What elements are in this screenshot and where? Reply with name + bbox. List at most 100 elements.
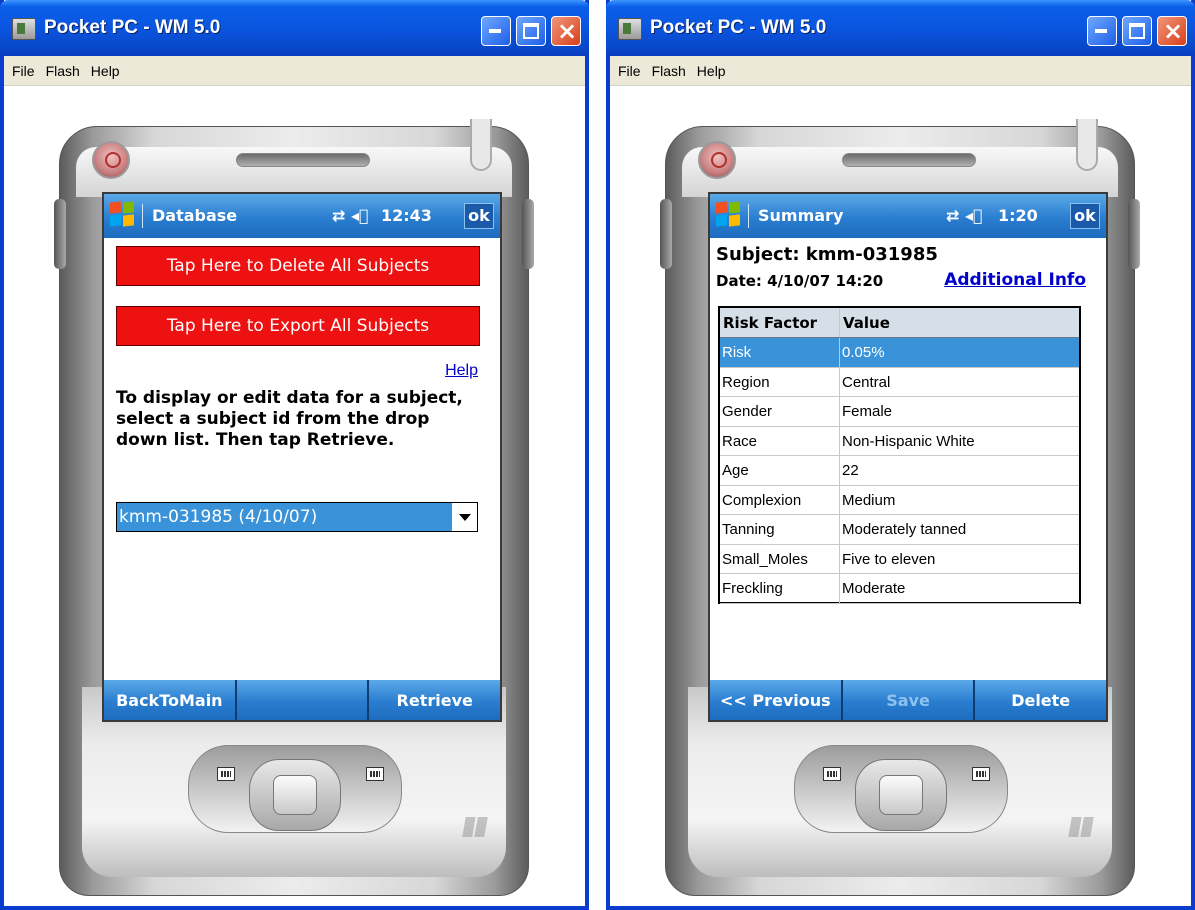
minimize-button[interactable] bbox=[481, 16, 511, 46]
menu-file[interactable]: File bbox=[618, 63, 641, 79]
app-icon bbox=[618, 18, 642, 40]
menu-help[interactable]: Help bbox=[697, 63, 726, 79]
row-label: Small_Moles bbox=[720, 544, 840, 573]
side-button-left[interactable] bbox=[660, 199, 672, 269]
close-icon: × bbox=[557, 17, 578, 45]
column-header-risk-factor[interactable]: Risk Factor bbox=[720, 308, 840, 337]
row-label: Freckling bbox=[720, 574, 840, 603]
maximize-button[interactable] bbox=[516, 16, 546, 46]
start-menu-icon[interactable] bbox=[716, 201, 742, 228]
table-row[interactable]: Freckling Moderate bbox=[720, 574, 1079, 604]
row-label: Risk bbox=[720, 338, 840, 367]
row-label: Tanning bbox=[720, 515, 840, 544]
clock[interactable]: 1:20 bbox=[998, 206, 1038, 225]
menu-flash[interactable]: Flash bbox=[652, 63, 686, 79]
title-bar[interactable]: Pocket PC - WM 5.0 × bbox=[606, 0, 1195, 56]
connectivity-volume-icons[interactable]: ⇄ ◂ﾞ bbox=[946, 206, 983, 225]
table-row[interactable]: Tanning Moderately tanned bbox=[720, 515, 1079, 545]
close-icon: × bbox=[1163, 17, 1184, 45]
side-button-right[interactable] bbox=[522, 199, 534, 269]
empty-softkey[interactable] bbox=[237, 680, 370, 720]
dpad-center-button[interactable] bbox=[273, 775, 317, 815]
delete-button[interactable]: Delete bbox=[975, 680, 1106, 720]
column-header-value[interactable]: Value bbox=[840, 308, 1079, 337]
row-value: Moderately tanned bbox=[842, 521, 967, 538]
back-to-main-button[interactable]: BackToMain bbox=[104, 680, 237, 720]
help-link[interactable]: Help bbox=[445, 362, 478, 380]
table-row[interactable]: Race Non-Hispanic White bbox=[720, 426, 1079, 456]
power-button[interactable] bbox=[698, 141, 736, 179]
dpad-center-button[interactable] bbox=[879, 775, 923, 815]
soft-key-bar: BackToMain Retrieve bbox=[104, 680, 500, 720]
risk-factor-table[interactable]: Risk Factor Value Risk 0.05% Region Centra… bbox=[718, 306, 1081, 604]
calendar-key-icon[interactable] bbox=[217, 767, 235, 781]
menu-file[interactable]: File bbox=[12, 63, 35, 79]
nav-bar: Database ⇄ ◂ﾞ 12:43 ok bbox=[104, 194, 500, 238]
row-value: 22 bbox=[842, 462, 859, 479]
minimize-icon bbox=[489, 29, 501, 33]
window-title: Pocket PC - WM 5.0 bbox=[650, 17, 827, 38]
start-menu-icon[interactable] bbox=[110, 201, 136, 228]
row-value: Medium bbox=[842, 491, 896, 509]
ok-button[interactable]: ok bbox=[464, 203, 494, 229]
power-button[interactable] bbox=[92, 141, 130, 179]
speaker-grille bbox=[236, 153, 370, 167]
table-header: Risk Factor Value bbox=[720, 308, 1079, 338]
row-label: Race bbox=[720, 426, 840, 455]
delete-all-subjects-button[interactable]: Tap Here to Delete All Subjects bbox=[116, 246, 480, 286]
contacts-key-icon[interactable] bbox=[366, 767, 384, 781]
row-value: 0.05% bbox=[842, 344, 885, 361]
clock[interactable]: 12:43 bbox=[381, 206, 432, 225]
additional-info-link[interactable]: Additional Info bbox=[944, 270, 1086, 290]
subject-dropdown-value: kmm-031985 (4/10/07) bbox=[117, 503, 452, 531]
menu-flash[interactable]: Flash bbox=[46, 63, 80, 79]
maximize-button[interactable] bbox=[1122, 16, 1152, 46]
subject-dropdown[interactable]: kmm-031985 (4/10/07) bbox=[116, 502, 478, 532]
emulator-window-left: Pocket PC - WM 5.0 × File Flash Help Dat… bbox=[0, 0, 589, 910]
windows-logo-icon bbox=[462, 817, 488, 837]
menu-help[interactable]: Help bbox=[91, 63, 120, 79]
ok-button[interactable]: ok bbox=[1070, 203, 1100, 229]
connectivity-volume-icons[interactable]: ⇄ ◂ﾞ bbox=[332, 206, 369, 225]
row-label: Gender bbox=[720, 397, 840, 426]
table-row[interactable]: Risk 0.05% bbox=[720, 338, 1079, 368]
emulator-window-right: Pocket PC - WM 5.0 × File Flash Help Sum… bbox=[606, 0, 1195, 910]
table-row[interactable]: Small_Moles Five to eleven bbox=[720, 544, 1079, 574]
menu-bar: File Flash Help bbox=[610, 56, 1191, 86]
soft-key-bar: << Previous Save Delete bbox=[710, 680, 1106, 720]
row-value: Five to eleven bbox=[842, 550, 936, 568]
row-label: Complexion bbox=[720, 485, 840, 514]
window-title: Pocket PC - WM 5.0 bbox=[44, 17, 221, 38]
title-bar[interactable]: Pocket PC - WM 5.0 × bbox=[0, 0, 589, 56]
table-row[interactable]: Age 22 bbox=[720, 456, 1079, 486]
close-button[interactable]: × bbox=[1157, 16, 1187, 46]
side-button-right[interactable] bbox=[1128, 199, 1140, 269]
device-screen: Database ⇄ ◂ﾞ 12:43 ok Tap Here to Delet… bbox=[102, 192, 502, 722]
chevron-down-icon[interactable] bbox=[452, 503, 477, 531]
maximize-icon bbox=[523, 23, 539, 39]
previous-button[interactable]: << Previous bbox=[710, 680, 843, 720]
table-row[interactable]: Gender Female bbox=[720, 397, 1079, 427]
export-all-subjects-button[interactable]: Tap Here to Export All Subjects bbox=[116, 306, 480, 346]
device-screen: Summary ⇄ ◂ﾞ 1:20 ok Subject: kmm-031985… bbox=[708, 192, 1108, 722]
table-row[interactable]: Complexion Medium bbox=[720, 485, 1079, 515]
nav-bar: Summary ⇄ ◂ﾞ 1:20 ok bbox=[710, 194, 1106, 238]
side-button-left[interactable] bbox=[54, 199, 66, 269]
table-row[interactable]: Region Central bbox=[720, 367, 1079, 397]
menu-bar: File Flash Help bbox=[4, 56, 585, 86]
close-button[interactable]: × bbox=[551, 16, 581, 46]
stylus-slot bbox=[470, 119, 492, 171]
contacts-key-icon[interactable] bbox=[972, 767, 990, 781]
minimize-button[interactable] bbox=[1087, 16, 1117, 46]
nav-separator bbox=[748, 204, 749, 228]
retrieve-button[interactable]: Retrieve bbox=[369, 680, 500, 720]
app-icon bbox=[12, 18, 36, 40]
pocket-pc-device: Summary ⇄ ◂ﾞ 1:20 ok Subject: kmm-031985… bbox=[660, 119, 1140, 896]
windows-logo-icon bbox=[1068, 817, 1094, 837]
instruction-text: To display or edit data for a subject, s… bbox=[116, 388, 463, 450]
row-value: Moderate bbox=[842, 580, 906, 597]
calendar-key-icon[interactable] bbox=[823, 767, 841, 781]
date-label: Date: 4/10/07 14:20 bbox=[716, 272, 884, 290]
row-label: Age bbox=[720, 456, 840, 485]
save-button[interactable]: Save bbox=[843, 680, 976, 720]
